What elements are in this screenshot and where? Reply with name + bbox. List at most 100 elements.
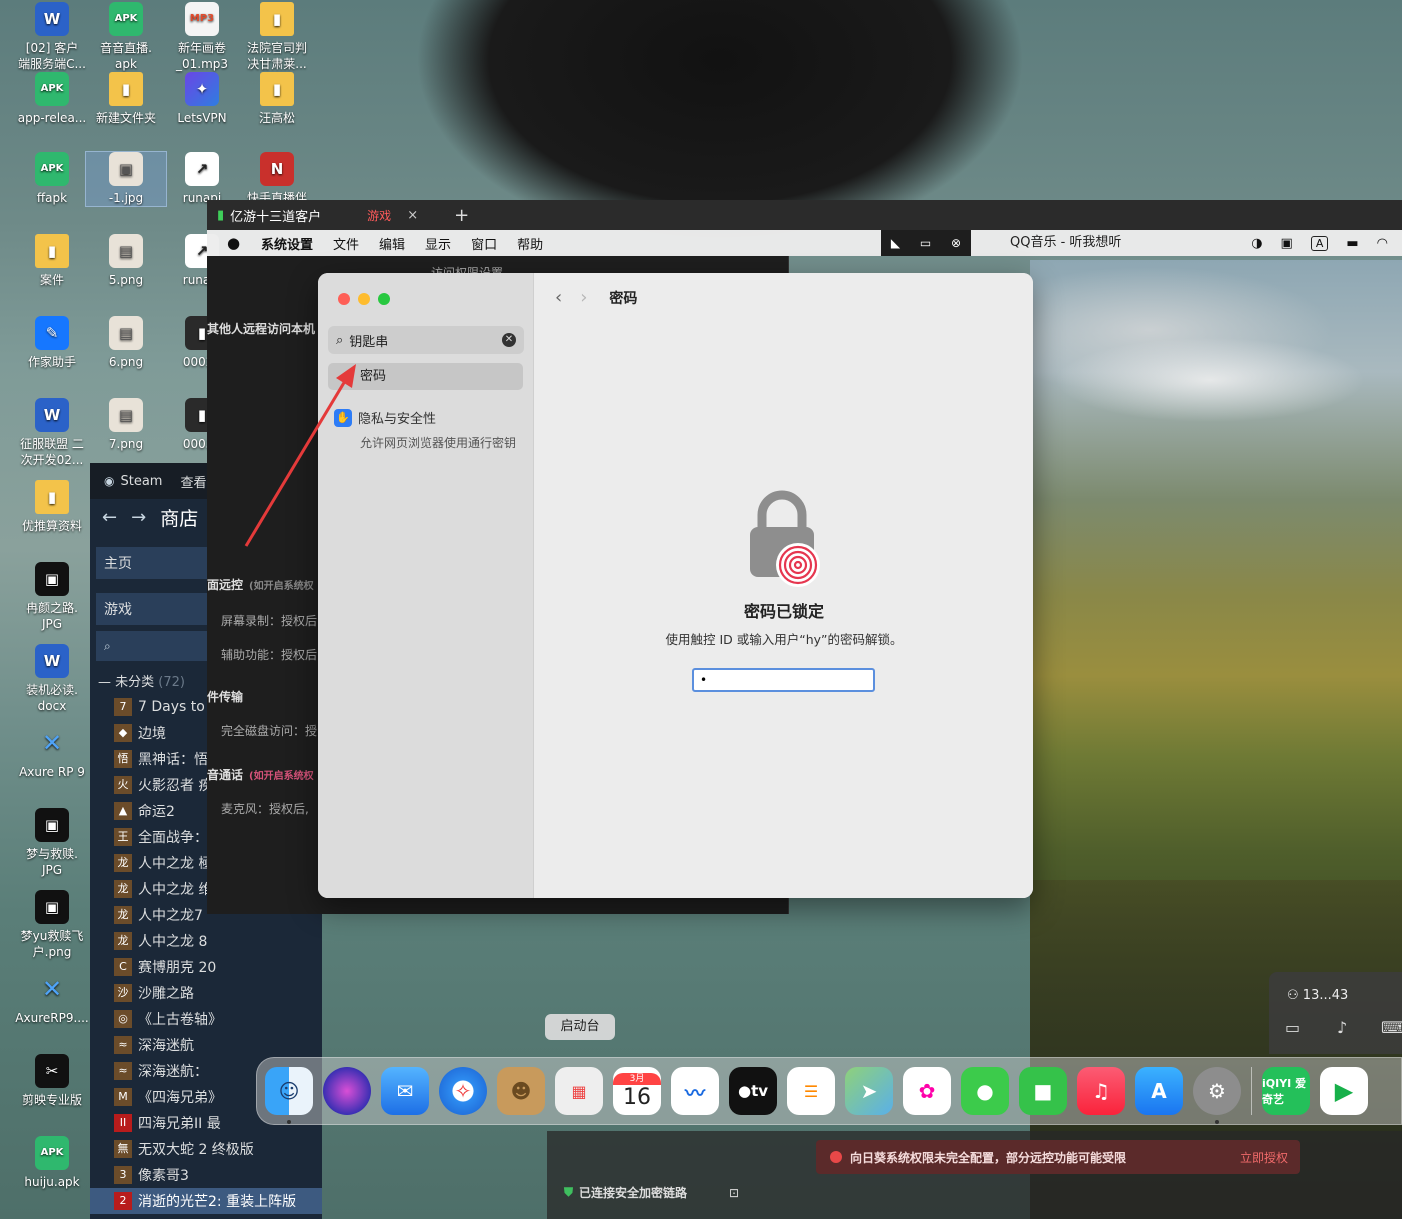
iqiyi-icon[interactable]: iQIYI 爱奇艺 — [1262, 1067, 1310, 1115]
menu-edit[interactable]: 编辑 — [379, 234, 405, 253]
chat-icon[interactable]: ▭ — [1285, 1018, 1300, 1037]
authorize-now-link[interactable]: 立即授权 — [1240, 1149, 1288, 1166]
desktop-icon[interactable]: MP3 新年画卷 _01.mp3 — [162, 2, 242, 72]
steam-game-item[interactable]: C 赛博朋克 20 — [90, 954, 322, 980]
steam-store-tab[interactable]: 商店 — [160, 504, 198, 531]
launchpad-icon[interactable]: ▦ — [555, 1067, 603, 1115]
steam-search-input[interactable]: ⌕ — [96, 631, 208, 661]
pointer-icon[interactable]: ◣ — [891, 236, 900, 250]
messages-icon[interactable]: ● — [961, 1067, 1009, 1115]
desktop-icon[interactable]: ▮ 案件 — [12, 234, 92, 288]
desktop-icon[interactable]: N 快手直播伴 — [237, 152, 317, 206]
steam-view-menu[interactable]: 查看 — [180, 472, 206, 491]
desktop-icon[interactable]: W 装机必读. docx — [12, 644, 92, 714]
desktop-icon[interactable]: ✕ AxureRP9.... — [12, 972, 92, 1026]
steam-game-item[interactable]: ◎ 《上古卷轴》 — [90, 1006, 322, 1032]
steam-game-item[interactable]: 3 像素哥3 — [90, 1162, 322, 1188]
menu-help[interactable]: 帮助 — [517, 234, 543, 253]
steam-game-item[interactable]: 2 消逝的光芒2: 重装上阵版 — [90, 1188, 322, 1214]
safari-icon[interactable]: ✧ — [439, 1067, 487, 1115]
remote-tab[interactable]: ▮ 亿游十三道客户 游戏 × — [207, 206, 428, 225]
mail-icon[interactable]: ✉ — [381, 1067, 429, 1115]
desktop-icon[interactable]: ▣ 梦与救赎. JPG — [12, 808, 92, 878]
microphone-icon[interactable]: ♪ — [1337, 1018, 1347, 1037]
desktop-icon[interactable]: ▣ 梦yu救赎飞 户.png — [12, 890, 92, 960]
steam-brand-menu[interactable]: Steam — [120, 474, 162, 489]
maps-icon[interactable]: ➤ — [845, 1067, 893, 1115]
video-player-icon[interactable]: ▶ — [1320, 1067, 1368, 1115]
app-store-icon[interactable]: A — [1135, 1067, 1183, 1115]
forward-arrow-icon[interactable]: → — [131, 507, 146, 528]
finder-icon[interactable]: ☺ — [265, 1067, 313, 1124]
desktop-icon[interactable]: APK 音音直播. apk — [86, 2, 166, 72]
contacts-icon[interactable]: ☻ — [497, 1067, 545, 1115]
steam-home-button[interactable]: 主页 — [96, 547, 208, 579]
battery-icon[interactable]: ▬ — [1346, 236, 1358, 251]
desktop-icon[interactable]: ✦ LetsVPN — [162, 72, 242, 126]
steam-games-button[interactable]: 游戏 — [96, 593, 208, 625]
close-circle-icon[interactable]: ⊗ — [951, 236, 961, 250]
tab-close-icon[interactable]: × — [407, 208, 418, 223]
reminders-icon[interactable]: ☰ — [787, 1067, 835, 1115]
menu-window[interactable]: 窗口 — [471, 234, 497, 253]
apple-menu-icon[interactable]: ● — [227, 234, 247, 252]
steam-game-item[interactable]: 沙沙雕之路 — [90, 980, 322, 1006]
desktop-icon[interactable]: ▤ 7.png — [86, 398, 166, 452]
desktop-icon[interactable]: ↗ runapi — [162, 152, 242, 206]
new-tab-button[interactable]: + — [454, 205, 469, 226]
desktop-icon[interactable]: ▮ 法院官司判 决甘肃莱... — [237, 2, 317, 72]
menu-view[interactable]: 显示 — [425, 234, 451, 253]
desktop-icon[interactable]: ✂ 剪映专业版 — [12, 1054, 92, 1108]
screen-share-icon[interactable]: ▣ — [1281, 236, 1293, 251]
photos-icon[interactable]: ✿ — [903, 1067, 951, 1115]
desktop-icon[interactable]: ▤ 5.png — [86, 234, 166, 288]
password-input[interactable]: • — [692, 668, 875, 692]
facetime-icon[interactable]: ■ — [1019, 1067, 1067, 1115]
sidebar-subitem-passkeys[interactable]: 允许网页浏览器使用通行密钥 — [360, 435, 520, 452]
desktop-icon[interactable]: ▮ 优推算资料 — [12, 480, 92, 534]
steam-game-item[interactable]: 龙人中之龙 8 — [90, 928, 322, 954]
desktop-icon-label: 作家助手 — [27, 355, 76, 369]
forward-chevron-icon[interactable]: › — [580, 287, 587, 308]
zoom-window-button[interactable] — [378, 293, 390, 305]
system-settings-icon[interactable]: ⚙ — [1193, 1067, 1241, 1124]
user-icon: ⚇ — [1287, 988, 1299, 1003]
desktop-icon[interactable]: W [02] 客户 端服务端C... — [12, 2, 92, 72]
screen-icon[interactable]: ▭ — [920, 236, 931, 250]
back-chevron-icon[interactable]: ‹ — [555, 287, 562, 308]
desktop-icon[interactable]: ✕ Axure RP 9 — [12, 726, 92, 780]
desktop-icon[interactable]: APK ffapk — [12, 152, 92, 206]
input-method-icon[interactable]: A — [1310, 235, 1329, 251]
desktop-icon[interactable]: ▮ 汪高松 — [237, 72, 317, 126]
desktop-icon[interactable]: W 征服联盟 二 次开发02... — [12, 398, 92, 468]
search-icon: ⌕ — [104, 638, 111, 653]
desktop-icon[interactable]: ▮ 新建文件夹 — [86, 72, 166, 126]
vpn-status-icon[interactable]: ◑ — [1251, 236, 1262, 251]
desktop-icon[interactable]: APK app-relea... — [12, 72, 92, 126]
desktop-icon[interactable]: ▤ 6.png — [86, 316, 166, 370]
wifi-icon[interactable]: ◠ — [1377, 236, 1388, 251]
back-arrow-icon[interactable]: ← — [102, 507, 117, 528]
desktop-icon[interactable]: ✎ 作家助手 — [12, 316, 92, 370]
keyboard-icon[interactable]: ⌨ — [1381, 1018, 1402, 1037]
clear-search-icon[interactable]: ✕ — [502, 333, 516, 347]
desktop-icon[interactable]: ▣ -1.jpg — [85, 151, 167, 207]
music-icon[interactable]: ♫ — [1077, 1067, 1125, 1115]
menu-file[interactable]: 文件 — [333, 234, 359, 253]
siri-icon[interactable] — [323, 1067, 371, 1115]
menu-app-name[interactable]: 系统设置 — [261, 234, 313, 253]
steam-game-item[interactable]: 無无双大蛇 2 终极版 — [90, 1136, 322, 1162]
game-cover-icon: ◎ — [114, 1010, 132, 1028]
settings-search-input[interactable]: ⌕ 钥匙串 ✕ — [328, 326, 524, 354]
now-playing-text[interactable]: QQ音乐 - 听我想听 — [1010, 230, 1121, 256]
desktop-icon-label: 7.png — [108, 437, 144, 451]
apple-tv-icon[interactable]: ● tv — [729, 1067, 777, 1115]
lock-icon[interactable]: ⊡ — [729, 1186, 739, 1200]
calendar-icon[interactable]: 3月 16 — [613, 1067, 661, 1115]
desktop-icon[interactable]: ▣ 冉颜之路. JPG — [12, 562, 92, 632]
close-window-button[interactable] — [338, 293, 350, 305]
minimize-window-button[interactable] — [358, 293, 370, 305]
desktop-icon[interactable]: APK huiju.apk — [12, 1136, 92, 1190]
freeform-icon[interactable]: 〰 — [671, 1067, 719, 1115]
steam-game-item[interactable]: ≈ 深海迷航 — [90, 1032, 322, 1058]
